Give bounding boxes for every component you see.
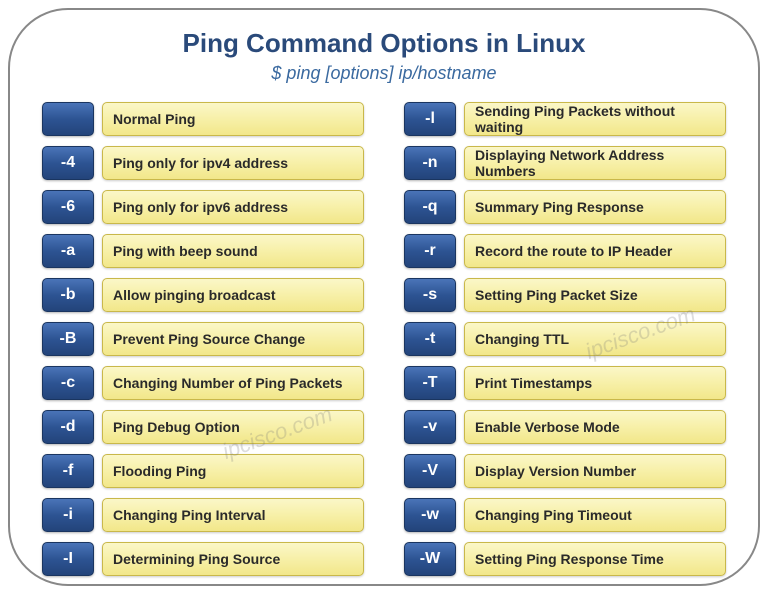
option-row: Normal Ping bbox=[42, 102, 364, 136]
option-row: -IDetermining Ping Source bbox=[42, 542, 364, 576]
option-desc: Setting Ping Response Time bbox=[464, 542, 726, 576]
option-desc: Changing TTL bbox=[464, 322, 726, 356]
left-column: Normal Ping -4Ping only for ipv4 address… bbox=[42, 102, 364, 576]
options-columns: Normal Ping -4Ping only for ipv4 address… bbox=[38, 102, 730, 576]
option-row: -fFlooding Ping bbox=[42, 454, 364, 488]
option-flag: -r bbox=[404, 234, 456, 268]
option-desc: Record the route to IP Header bbox=[464, 234, 726, 268]
option-flag: -c bbox=[42, 366, 94, 400]
right-column: -lSending Ping Packets without waiting -… bbox=[404, 102, 726, 576]
option-flag: -f bbox=[42, 454, 94, 488]
option-desc: Allow pinging broadcast bbox=[102, 278, 364, 312]
option-desc: Ping Debug Option bbox=[102, 410, 364, 444]
option-desc: Determining Ping Source bbox=[102, 542, 364, 576]
option-row: -WSetting Ping Response Time bbox=[404, 542, 726, 576]
option-desc: Sending Ping Packets without waiting bbox=[464, 102, 726, 136]
option-flag: -n bbox=[404, 146, 456, 180]
option-flag bbox=[42, 102, 94, 136]
option-row: -vEnable Verbose Mode bbox=[404, 410, 726, 444]
option-flag: -6 bbox=[42, 190, 94, 224]
option-flag: -B bbox=[42, 322, 94, 356]
option-row: -tChanging TTL bbox=[404, 322, 726, 356]
option-row: -qSummary Ping Response bbox=[404, 190, 726, 224]
option-row: -aPing with beep sound bbox=[42, 234, 364, 268]
option-flag: -I bbox=[42, 542, 94, 576]
option-row: -dPing Debug Option bbox=[42, 410, 364, 444]
option-desc: Summary Ping Response bbox=[464, 190, 726, 224]
option-desc: Prevent Ping Source Change bbox=[102, 322, 364, 356]
option-flag: -4 bbox=[42, 146, 94, 180]
option-row: -rRecord the route to IP Header bbox=[404, 234, 726, 268]
page-title: Ping Command Options in Linux bbox=[38, 28, 730, 59]
option-flag: -t bbox=[404, 322, 456, 356]
option-desc: Changing Ping Interval bbox=[102, 498, 364, 532]
option-row: -cChanging Number of Ping Packets bbox=[42, 366, 364, 400]
option-flag: -q bbox=[404, 190, 456, 224]
page-subtitle: $ ping [options] ip/hostname bbox=[38, 63, 730, 84]
option-desc: Display Version Number bbox=[464, 454, 726, 488]
option-desc: Changing Ping Timeout bbox=[464, 498, 726, 532]
option-desc: Flooding Ping bbox=[102, 454, 364, 488]
option-flag: -s bbox=[404, 278, 456, 312]
option-desc: Normal Ping bbox=[102, 102, 364, 136]
option-desc: Print Timestamps bbox=[464, 366, 726, 400]
option-flag: -i bbox=[42, 498, 94, 532]
option-flag: -b bbox=[42, 278, 94, 312]
option-desc: Ping with beep sound bbox=[102, 234, 364, 268]
option-row: -wChanging Ping Timeout bbox=[404, 498, 726, 532]
option-flag: -v bbox=[404, 410, 456, 444]
option-row: -6Ping only for ipv6 address bbox=[42, 190, 364, 224]
option-flag: -d bbox=[42, 410, 94, 444]
option-desc: Displaying Network Address Numbers bbox=[464, 146, 726, 180]
option-row: -VDisplay Version Number bbox=[404, 454, 726, 488]
option-desc: Changing Number of Ping Packets bbox=[102, 366, 364, 400]
option-flag: -a bbox=[42, 234, 94, 268]
option-row: -nDisplaying Network Address Numbers bbox=[404, 146, 726, 180]
option-flag: -V bbox=[404, 454, 456, 488]
reference-card: Ping Command Options in Linux $ ping [op… bbox=[8, 8, 760, 586]
option-row: -BPrevent Ping Source Change bbox=[42, 322, 364, 356]
option-row: -4Ping only for ipv4 address bbox=[42, 146, 364, 180]
option-desc: Enable Verbose Mode bbox=[464, 410, 726, 444]
option-row: -bAllow pinging broadcast bbox=[42, 278, 364, 312]
option-row: -sSetting Ping Packet Size bbox=[404, 278, 726, 312]
option-row: -iChanging Ping Interval bbox=[42, 498, 364, 532]
option-flag: -T bbox=[404, 366, 456, 400]
option-row: -TPrint Timestamps bbox=[404, 366, 726, 400]
option-desc: Ping only for ipv4 address bbox=[102, 146, 364, 180]
option-flag: -W bbox=[404, 542, 456, 576]
option-desc: Setting Ping Packet Size bbox=[464, 278, 726, 312]
option-flag: -l bbox=[404, 102, 456, 136]
option-row: -lSending Ping Packets without waiting bbox=[404, 102, 726, 136]
option-desc: Ping only for ipv6 address bbox=[102, 190, 364, 224]
option-flag: -w bbox=[404, 498, 456, 532]
